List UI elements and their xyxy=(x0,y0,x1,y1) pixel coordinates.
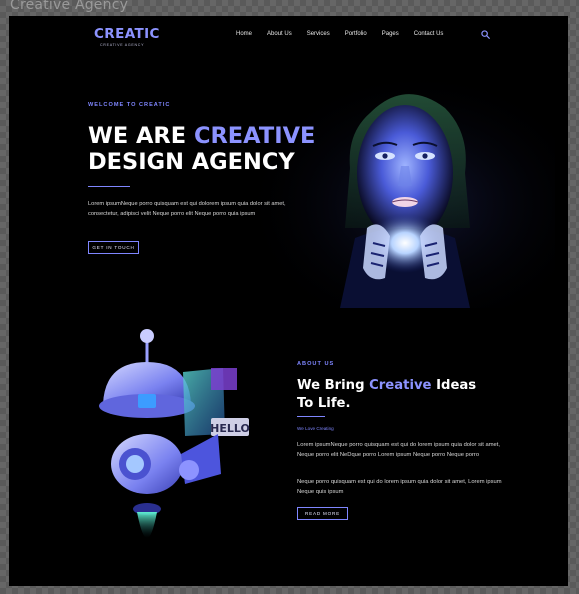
nav-contact-us[interactable]: Contact Us xyxy=(414,31,444,37)
about-title-accent: Creative xyxy=(369,378,432,393)
search-icon[interactable] xyxy=(481,30,490,39)
hero-title-accent: CREATIVE xyxy=(193,123,316,149)
about-paragraph-2: Neque porro quisquam est qui do lorem ip… xyxy=(297,479,502,495)
main-nav: Home About Us Services Portfolio Pages C… xyxy=(236,31,458,37)
nav-services[interactable]: Services xyxy=(307,31,330,37)
logo[interactable]: CREATIC CREATIVE AGENCY xyxy=(94,27,160,47)
hero-eyebrow: WELCOME TO CREATIC xyxy=(88,102,171,108)
robot-illustration: HELLO xyxy=(99,329,250,538)
about-divider xyxy=(297,416,325,417)
about-title: We Bring Creative Ideas To Life. xyxy=(297,377,476,412)
about-eyebrow: ABOUT US xyxy=(297,361,335,367)
about-paragraph-1: Lorem ipsumNeque porro quisquam est qui … xyxy=(297,442,500,458)
hero-body-text: Lorem ipsumNeque porro quisquam est qui … xyxy=(88,201,286,217)
page-canvas: CREATIC CREATIVE AGENCY Home About Us Se… xyxy=(9,16,568,586)
read-more-button[interactable]: READ MORE xyxy=(297,507,348,520)
hero-title-part1: WE ARE xyxy=(88,123,194,149)
nav-home[interactable]: Home xyxy=(236,31,252,37)
window-title: Creative Agency xyxy=(10,0,129,13)
hero-title-line2: DESIGN AGENCY xyxy=(88,149,295,175)
about-title-line2: To Life. xyxy=(297,395,351,411)
get-in-touch-button[interactable]: GET IN TOUCH xyxy=(88,241,139,254)
about-tagline: We Love Creating xyxy=(297,426,334,431)
about-title-part2: Ideas xyxy=(431,378,477,393)
hero-divider xyxy=(88,186,130,187)
nav-pages[interactable]: Pages xyxy=(382,31,399,37)
hero-portrait-image xyxy=(255,78,555,308)
logo-name: CREATIC xyxy=(94,26,160,42)
nav-about-us[interactable]: About Us xyxy=(267,31,292,37)
hello-sign: HELLO xyxy=(210,422,250,435)
logo-tagline: CREATIVE AGENCY xyxy=(100,43,145,47)
about-title-part1: We Bring xyxy=(297,378,370,393)
nav-portfolio[interactable]: Portfolio xyxy=(345,31,367,37)
hero-headline: WE ARE CREATIVE DESIGN AGENCY xyxy=(88,123,315,175)
